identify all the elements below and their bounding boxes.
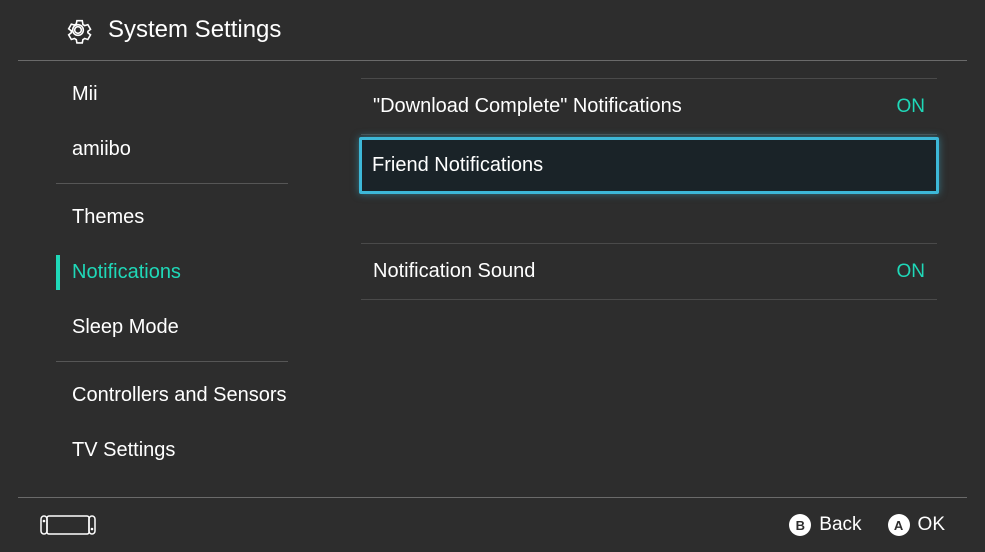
b-button-icon: B	[789, 514, 811, 536]
sidebar-item-notifications[interactable]: Notifications	[56, 245, 315, 300]
setting-label: "Download Complete" Notifications	[373, 95, 682, 118]
sidebar-item-sleep-mode[interactable]: Sleep Mode	[56, 300, 315, 355]
sidebar-item-label: amiibo	[72, 138, 131, 160]
group-gap	[361, 194, 937, 244]
sidebar-item-label: Mii	[72, 83, 98, 105]
header: System Settings	[18, 0, 967, 61]
ok-label: OK	[918, 514, 945, 536]
sidebar: Mii amiibo Themes Notifications Sleep Mo…	[0, 61, 315, 496]
setting-notification-sound[interactable]: Notification Sound ON	[361, 243, 937, 300]
settings-icon	[62, 14, 94, 46]
setting-value: ON	[897, 261, 926, 283]
settings-panel: "Download Complete" Notifications ON Fri…	[315, 61, 985, 496]
footer: B Back A OK	[18, 497, 967, 552]
sidebar-item-label: Controllers and Sensors	[72, 384, 287, 406]
a-button-icon: A	[888, 514, 910, 536]
setting-label: Friend Notifications	[372, 154, 543, 177]
sidebar-item-label: Notifications	[72, 261, 181, 283]
setting-value: ON	[897, 96, 926, 118]
setting-friend-notifications[interactable]: Friend Notifications	[359, 137, 939, 194]
content: Mii amiibo Themes Notifications Sleep Mo…	[0, 61, 985, 496]
back-label: Back	[819, 514, 861, 536]
back-button[interactable]: B Back	[789, 514, 861, 536]
sidebar-item-amiibo[interactable]: amiibo	[56, 122, 315, 177]
sidebar-divider	[56, 361, 288, 362]
sidebar-item-mii[interactable]: Mii	[56, 67, 315, 122]
sidebar-item-label: Sleep Mode	[72, 316, 179, 338]
setting-download-complete[interactable]: "Download Complete" Notifications ON	[361, 78, 937, 135]
sidebar-divider	[56, 183, 288, 184]
ok-button[interactable]: A OK	[888, 514, 945, 536]
sidebar-item-tv-settings[interactable]: TV Settings	[56, 423, 315, 478]
sidebar-item-label: Themes	[72, 206, 144, 228]
page-title: System Settings	[108, 16, 281, 44]
sidebar-item-themes[interactable]: Themes	[56, 190, 315, 245]
controller-icon	[40, 513, 96, 537]
sidebar-item-controllers[interactable]: Controllers and Sensors	[56, 368, 315, 423]
footer-buttons: B Back A OK	[789, 514, 945, 536]
setting-label: Notification Sound	[373, 260, 535, 283]
sidebar-item-label: TV Settings	[72, 439, 175, 461]
